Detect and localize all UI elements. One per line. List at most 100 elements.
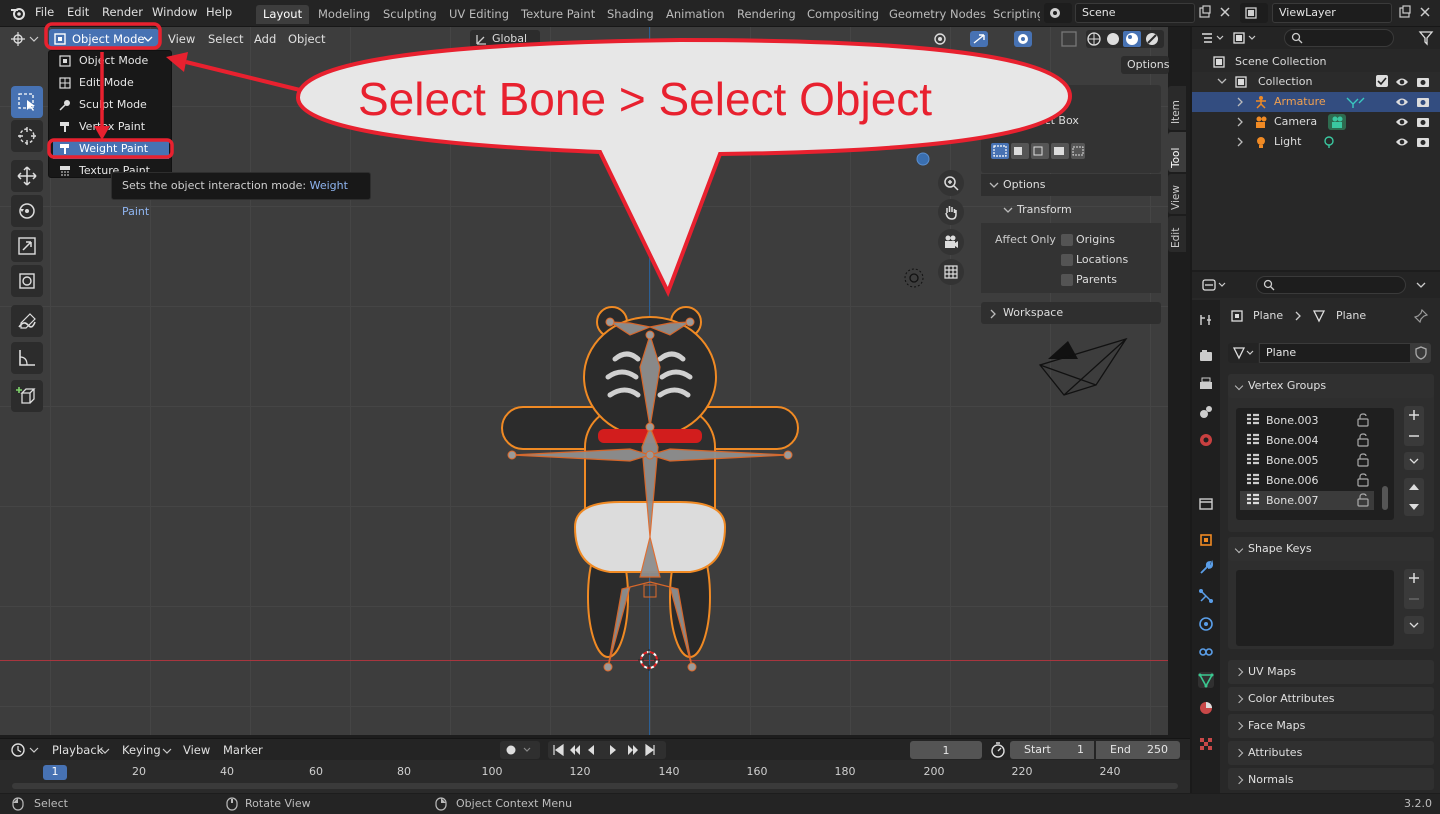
plus-icon[interactable] — [1408, 409, 1420, 421]
timeline-editor-icon[interactable] — [10, 742, 40, 758]
tab-uv-editing[interactable]: UV Editing — [442, 5, 516, 24]
material-tab-icon[interactable] — [1198, 700, 1214, 716]
camera-render-icon[interactable] — [1416, 135, 1430, 149]
measure-tool[interactable] — [11, 342, 43, 374]
menu-object[interactable]: Object — [288, 30, 325, 48]
vertex-groups-header[interactable]: Vertex Groups — [1228, 374, 1434, 398]
outliner-scene-collection[interactable]: Scene Collection — [1192, 52, 1440, 72]
menu-help[interactable]: Help — [206, 5, 232, 19]
tab-shading[interactable]: Shading — [600, 5, 661, 24]
chevron-right-icon[interactable] — [1236, 137, 1244, 147]
origins-checkbox[interactable] — [1061, 234, 1073, 246]
select-box-tool[interactable] — [11, 86, 43, 118]
shape-keys-header[interactable]: Shape Keys — [1228, 537, 1434, 561]
menu-keying[interactable]: Keying — [122, 741, 161, 759]
vertex-group-item[interactable]: Bone.005 — [1240, 451, 1374, 470]
timeline-scrollbar[interactable] — [12, 783, 1178, 789]
ortho-toggle-button[interactable] — [938, 259, 964, 285]
tab-animation[interactable]: Animation — [659, 5, 732, 24]
normals-header[interactable]: Normals — [1228, 768, 1434, 790]
tab-rendering[interactable]: Rendering — [730, 5, 803, 24]
menu-item-edit-mode[interactable]: Edit Mode — [53, 73, 169, 93]
auto-keying-toggle[interactable] — [500, 741, 540, 759]
add-cube-tool[interactable] — [11, 380, 43, 412]
menu-file[interactable]: File — [35, 5, 54, 19]
tab-texture-paint[interactable]: Texture Paint — [514, 5, 602, 24]
tool-tab-icon[interactable] — [1198, 312, 1214, 328]
uv-maps-header[interactable]: UV Maps — [1228, 660, 1434, 684]
current-frame-field[interactable]: 1 — [910, 741, 982, 759]
tab-scripting[interactable]: Scripting — [986, 5, 1040, 24]
tab-compositing[interactable]: Compositing — [800, 5, 886, 24]
light-data-icon[interactable] — [1322, 135, 1336, 149]
blender-logo-icon[interactable] — [10, 5, 26, 21]
menu-add[interactable]: Add — [254, 30, 276, 48]
zoom-button[interactable] — [938, 170, 964, 196]
new-view-layer-icon[interactable] — [1398, 5, 1412, 19]
camera-object[interactable] — [1038, 337, 1130, 399]
workspace-section-header[interactable]: Workspace — [981, 302, 1161, 324]
tab-view[interactable]: View — [1168, 174, 1186, 214]
lock-icon[interactable] — [1356, 453, 1370, 467]
close-icon[interactable] — [1418, 5, 1432, 19]
menu-marker[interactable]: Marker — [223, 741, 263, 759]
outliner-editor-icon[interactable] — [1200, 31, 1226, 45]
object-mode-dropdown[interactable]: Object Mode — [49, 29, 159, 49]
face-maps-header[interactable]: Face Maps — [1228, 714, 1434, 738]
scene-selector[interactable] — [1044, 3, 1072, 23]
move-down-icon[interactable] — [1408, 502, 1420, 512]
chevron-right-icon[interactable] — [1236, 97, 1244, 107]
vertex-group-item[interactable]: Bone.003 — [1240, 411, 1374, 430]
cursor-tool[interactable] — [11, 120, 43, 152]
outliner-search-input[interactable] — [1284, 29, 1394, 47]
eye-icon[interactable] — [1395, 95, 1409, 109]
move-up-icon[interactable] — [1408, 482, 1420, 492]
minus-icon[interactable] — [1408, 430, 1420, 442]
scene-tab-icon[interactable] — [1198, 432, 1214, 448]
camera-render-icon[interactable] — [1416, 115, 1430, 129]
menu-item-object-mode[interactable]: Object Mode — [53, 51, 169, 71]
menu-view[interactable]: View — [168, 30, 195, 48]
tab-modeling[interactable]: Modeling — [311, 5, 377, 24]
list-scrollbar[interactable] — [1382, 486, 1388, 510]
filter-icon[interactable] — [1418, 30, 1438, 46]
transform-tool[interactable] — [11, 265, 43, 297]
particles-tab-icon[interactable] — [1198, 588, 1214, 604]
output-tab-icon[interactable] — [1198, 376, 1214, 392]
armature-data-icon[interactable] — [1344, 95, 1366, 109]
timeline-ruler[interactable]: 1 20 40 60 80 100 120 140 160 180 200 22… — [0, 760, 1190, 793]
character-mesh-with-armature[interactable] — [490, 277, 810, 697]
menu-view[interactable]: View — [183, 741, 210, 759]
render-tab-icon[interactable] — [1198, 348, 1214, 364]
menu-select[interactable]: Select — [208, 30, 243, 48]
new-scene-icon[interactable] — [1198, 5, 1212, 19]
checkbox-icon[interactable] — [1376, 75, 1388, 87]
scene-name-field[interactable]: Scene — [1075, 3, 1195, 23]
physics-tab-icon[interactable] — [1198, 616, 1214, 632]
camera-view-button[interactable] — [938, 229, 964, 255]
minus-icon[interactable] — [1408, 593, 1420, 605]
view-layer-tab-icon[interactable] — [1198, 404, 1214, 420]
start-frame-field[interactable]: Start 1 — [1010, 741, 1094, 759]
mesh-name-field[interactable]: Plane — [1259, 343, 1411, 363]
parents-checkbox[interactable] — [1061, 274, 1073, 286]
tab-tool[interactable]: Tool — [1168, 132, 1186, 172]
chevron-right-icon[interactable] — [1236, 117, 1244, 127]
lock-icon[interactable] — [1356, 413, 1370, 427]
outliner-collection[interactable]: Collection — [1192, 72, 1440, 92]
menu-render[interactable]: Render — [102, 5, 143, 19]
modifier-tab-icon[interactable] — [1198, 560, 1214, 576]
select-mode-icons[interactable] — [991, 143, 1085, 159]
locations-checkbox[interactable] — [1061, 254, 1073, 266]
lock-icon[interactable] — [1356, 493, 1370, 507]
editor-type-icon[interactable] — [10, 31, 40, 47]
eye-icon[interactable] — [1395, 115, 1409, 129]
properties-search-input[interactable] — [1256, 276, 1406, 294]
vertex-group-item[interactable]: Bone.004 — [1240, 431, 1374, 450]
fake-user-button[interactable] — [1411, 343, 1431, 363]
vertex-group-item-selected[interactable]: Bone.007 — [1240, 491, 1374, 510]
gizmo-axis-dot[interactable] — [915, 151, 931, 167]
view-layer-field[interactable]: ViewLayer — [1272, 3, 1392, 23]
tab-edit[interactable]: Edit — [1168, 216, 1186, 252]
vertex-group-specials-button[interactable] — [1404, 452, 1424, 470]
